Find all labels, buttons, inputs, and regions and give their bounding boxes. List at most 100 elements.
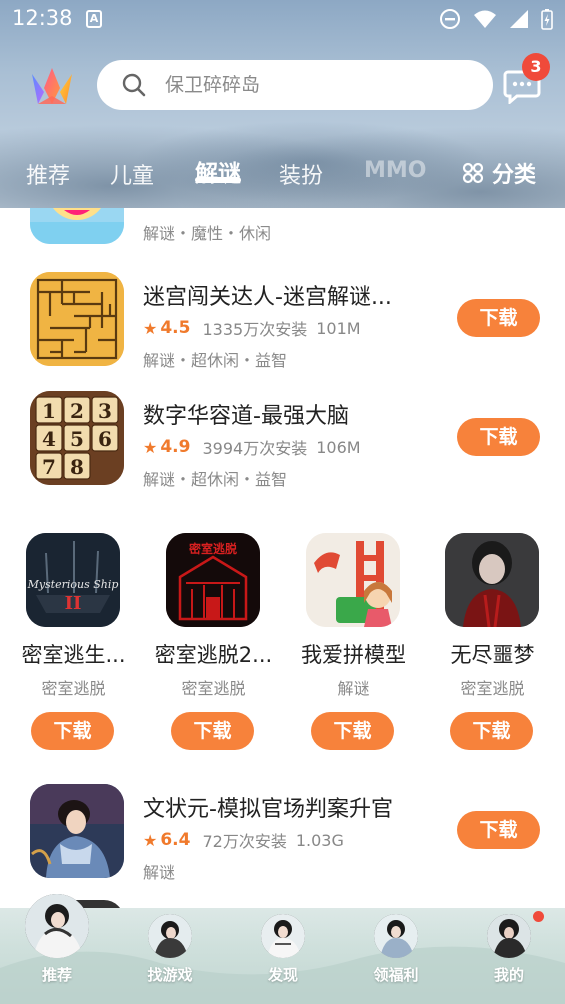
list-item[interactable]: 迷宫闯关达人-迷宫解谜... ★ 4.5 1335万次安装 101M 解谜・超休… bbox=[0, 268, 565, 378]
puzzle-tile: 1 bbox=[42, 399, 56, 423]
star-icon: ★ bbox=[143, 318, 158, 338]
find-games-avatar-icon bbox=[148, 914, 192, 958]
search-input[interactable] bbox=[165, 74, 465, 96]
download-button[interactable]: 下载 bbox=[457, 299, 540, 337]
grid-game-tag: 密室逃脱 bbox=[181, 679, 246, 698]
app-installs: 1335万次安装 bbox=[202, 320, 308, 339]
list-item[interactable]: 文状元-模拟官场判案升官 ★ 6.4 72万次安装 1.03G 解谜 下载 bbox=[0, 780, 565, 890]
puzzle-tile: 7 bbox=[42, 455, 56, 479]
app-installs: 3994万次安装 bbox=[202, 439, 308, 458]
nav-item-discover[interactable]: 发现 bbox=[233, 908, 333, 1004]
status-time: 12:38 bbox=[12, 6, 73, 30]
signal-icon bbox=[510, 10, 528, 28]
battery-icon bbox=[541, 9, 553, 30]
star-icon: ★ bbox=[143, 437, 158, 457]
list-item[interactable]: 解谜・魔性・休闲 bbox=[0, 208, 565, 260]
app-icon bbox=[30, 208, 124, 244]
nav-item-me[interactable]: 我的 bbox=[459, 908, 559, 1004]
app-tags: 解谜・超休闲・益智 bbox=[143, 351, 288, 370]
header: 12:38 A 3 推荐 儿童 解谜 装扮 MMO bbox=[0, 0, 565, 208]
do-not-disturb-icon bbox=[440, 9, 460, 29]
icon-title: 密室逃脱 bbox=[189, 541, 237, 556]
rewards-avatar-icon bbox=[374, 914, 418, 958]
icon-subtitle: II bbox=[65, 593, 82, 614]
tab-kids[interactable]: 儿童 bbox=[110, 158, 154, 190]
puzzle-tile: 5 bbox=[70, 427, 84, 451]
puzzle-tile: 3 bbox=[98, 399, 112, 423]
puzzle-tile: 2 bbox=[70, 399, 84, 423]
app-meta: ★ 6.4 72万次安装 1.03G bbox=[143, 828, 344, 852]
app-icon bbox=[445, 533, 539, 627]
category-button[interactable]: 分类 bbox=[462, 157, 536, 189]
list-item[interactable]: 1 2 3 4 5 6 7 8 数字华容道-最强大脑 ★ 4.9 3994万次安… bbox=[0, 387, 565, 497]
nav-label: 推荐 bbox=[41, 966, 72, 984]
app-icon bbox=[306, 533, 400, 627]
app-name[interactable]: 数字华容道-最强大脑 bbox=[143, 398, 349, 430]
search-icon bbox=[122, 73, 146, 97]
nav-label: 发现 bbox=[267, 966, 298, 984]
tab-recommend[interactable]: 推荐 bbox=[26, 158, 70, 190]
app-icon bbox=[30, 272, 124, 366]
recommend-avatar-icon bbox=[25, 894, 89, 958]
app-icon: 1 2 3 4 5 6 7 8 bbox=[30, 391, 124, 485]
icon-title: Mysterious Ship bbox=[27, 578, 119, 591]
download-button[interactable]: 下载 bbox=[457, 418, 540, 456]
app-size: 106M bbox=[316, 437, 361, 457]
game-list[interactable]: 解谜・魔性・休闲 迷宫闯关达人-迷宫解谜... ★ 4.5 1335万次安装 1… bbox=[0, 208, 565, 908]
grid-game-name[interactable]: 密室逃生... bbox=[6, 639, 141, 669]
active-tab-indicator bbox=[195, 177, 241, 183]
app-tags: 解谜・超休闲・益智 bbox=[143, 470, 288, 489]
grid-game-name[interactable]: 无尽噩梦 bbox=[425, 639, 560, 669]
nav-item-rewards[interactable]: 领福利 bbox=[346, 908, 446, 1004]
app-size: 101M bbox=[316, 318, 361, 338]
grid-game-tag: 密室逃脱 bbox=[41, 679, 106, 698]
app-name[interactable]: 文状元-模拟官场判案升官 bbox=[143, 791, 393, 823]
download-button[interactable]: 下载 bbox=[450, 712, 533, 750]
nav-item-find-games[interactable]: 找游戏 bbox=[120, 908, 220, 1004]
app-installs: 72万次安装 bbox=[202, 832, 287, 851]
nav-item-recommend[interactable]: 推荐 bbox=[7, 894, 107, 1004]
wifi-icon bbox=[474, 10, 496, 28]
search-bar[interactable] bbox=[97, 60, 493, 110]
download-button[interactable]: 下载 bbox=[31, 712, 114, 750]
app-rating: 4.5 bbox=[160, 318, 191, 338]
puzzle-tile: 8 bbox=[70, 455, 84, 479]
puzzle-tile: 4 bbox=[42, 427, 56, 451]
discover-avatar-icon bbox=[261, 914, 305, 958]
app-tags: 解谜 bbox=[143, 863, 176, 882]
tab-dressup[interactable]: 装扮 bbox=[279, 158, 323, 190]
message-count-badge: 3 bbox=[522, 53, 550, 81]
app-size: 1.03G bbox=[295, 830, 344, 850]
app-rating: 4.9 bbox=[160, 437, 191, 457]
grid-game-name[interactable]: 密室逃脱2... bbox=[146, 639, 281, 669]
grid-game-name[interactable]: 我爱拼模型 bbox=[286, 639, 421, 669]
tab-mmo[interactable]: MMO bbox=[364, 158, 427, 183]
notification-a-icon: A bbox=[86, 10, 102, 28]
app-tags: 解谜・魔性・休闲 bbox=[143, 224, 272, 243]
grid-game-tag: 解谜 bbox=[337, 679, 370, 698]
category-label: 分类 bbox=[492, 163, 537, 188]
download-button[interactable]: 下载 bbox=[457, 811, 540, 849]
download-button[interactable]: 下载 bbox=[311, 712, 394, 750]
bottom-navigation: 推荐 找游戏 发现 领福利 我的 bbox=[0, 894, 565, 1004]
me-avatar-icon bbox=[487, 914, 531, 958]
download-button[interactable]: 下载 bbox=[171, 712, 254, 750]
puzzle-tile: 6 bbox=[98, 427, 112, 451]
app-icon: 密室逃脱 bbox=[166, 533, 260, 627]
nav-label: 我的 bbox=[493, 966, 524, 984]
nav-label: 领福利 bbox=[373, 966, 419, 984]
status-icons bbox=[439, 8, 553, 30]
grid-game-tag: 密室逃脱 bbox=[460, 679, 525, 698]
star-icon: ★ bbox=[143, 830, 158, 850]
nav-label: 找游戏 bbox=[147, 966, 193, 984]
app-meta: ★ 4.9 3994万次安装 106M bbox=[143, 435, 361, 459]
grid-category-icon bbox=[462, 162, 484, 184]
app-icon bbox=[30, 784, 124, 878]
status-bar: 12:38 A bbox=[0, 0, 565, 40]
app-meta: ★ 4.5 1335万次安装 101M bbox=[143, 316, 361, 340]
app-rating: 6.4 bbox=[160, 830, 191, 850]
me-notification-dot bbox=[533, 911, 544, 922]
app-name[interactable]: 迷宫闯关达人-迷宫解谜... bbox=[143, 279, 392, 311]
app-icon: Mysterious Ship II bbox=[26, 533, 120, 627]
crown-logo-icon[interactable] bbox=[30, 66, 74, 106]
